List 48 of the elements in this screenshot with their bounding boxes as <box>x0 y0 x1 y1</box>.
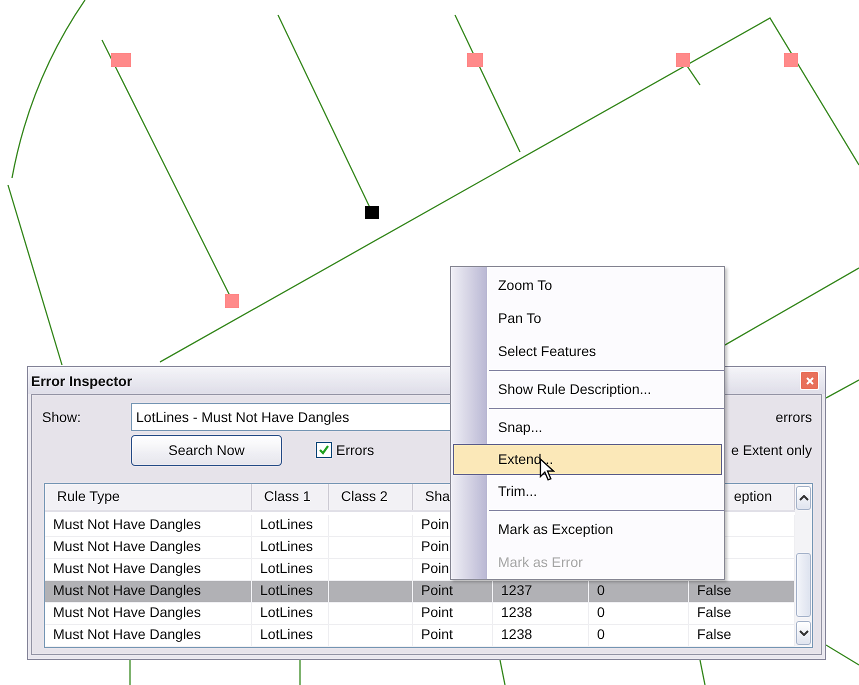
table-cell: Point <box>413 625 493 646</box>
menu-item[interactable]: Show Rule Description... <box>487 373 724 406</box>
menu-item[interactable]: Pan To <box>487 302 724 335</box>
table-cell: LotLines <box>252 603 329 624</box>
column-header[interactable]: Rule Type <box>45 484 252 510</box>
table-cell: Must Not Have Dangles <box>45 515 252 536</box>
menu-item[interactable]: Select Features <box>487 335 724 368</box>
menu-item[interactable]: Snap... <box>487 411 724 444</box>
errors-checkbox[interactable] <box>316 442 332 458</box>
close-icon <box>804 376 814 386</box>
table-row[interactable]: Must Not Have Dangles LotLines Point 1238 0 False <box>45 603 795 625</box>
table-cell: LotLines <box>252 515 329 536</box>
table-cell: 1238 <box>493 603 589 624</box>
menu-item[interactable]: Extend... <box>453 444 722 475</box>
menu-item[interactable]: Zoom To <box>487 269 724 302</box>
table-cell: Must Not Have Dangles <box>45 581 252 602</box>
table-cell: 1238 <box>493 625 589 646</box>
scroll-thumb[interactable] <box>796 553 811 617</box>
table-cell: 0 <box>589 581 689 602</box>
table-cell: Must Not Have Dangles <box>45 537 252 558</box>
scroll-down-button[interactable] <box>796 621 811 645</box>
table-cell: 0 <box>589 625 689 646</box>
column-header[interactable]: Class 1 <box>252 484 329 510</box>
chevron-down-icon <box>798 630 808 636</box>
table-row[interactable]: Must Not Have Dangles LotLines Point 1237 0 False <box>45 581 795 603</box>
column-header[interactable]: Class 2 <box>329 484 413 510</box>
scrollbar[interactable] <box>795 484 812 647</box>
errors-checkbox-label: Errors <box>336 442 374 458</box>
table-cell: 1237 <box>493 581 589 602</box>
table-cell: Must Not Have Dangles <box>45 559 252 580</box>
table-cell: Point <box>413 603 493 624</box>
table-cell: LotLines <box>252 537 329 558</box>
extent-label: e Extent only <box>731 442 812 458</box>
table-cell: Must Not Have Dangles <box>45 603 252 624</box>
scroll-up-button[interactable] <box>796 486 811 510</box>
table-row[interactable]: Must Not Have Dangles LotLines Point 1238 0 False <box>45 625 795 647</box>
errors-label: errors <box>775 409 812 425</box>
search-now-button[interactable]: Search Now <box>131 434 282 466</box>
table-cell: LotLines <box>252 581 329 602</box>
table-cell: 0 <box>589 603 689 624</box>
table-cell: LotLines <box>252 625 329 646</box>
close-button[interactable] <box>800 371 819 390</box>
table-cell: LotLines <box>252 559 329 580</box>
table-cell: Point <box>413 581 493 602</box>
show-label: Show: <box>42 409 82 425</box>
table-cell: Must Not Have Dangles <box>45 625 252 646</box>
chevron-up-icon <box>798 495 808 501</box>
window-title: Error Inspector <box>31 372 132 388</box>
